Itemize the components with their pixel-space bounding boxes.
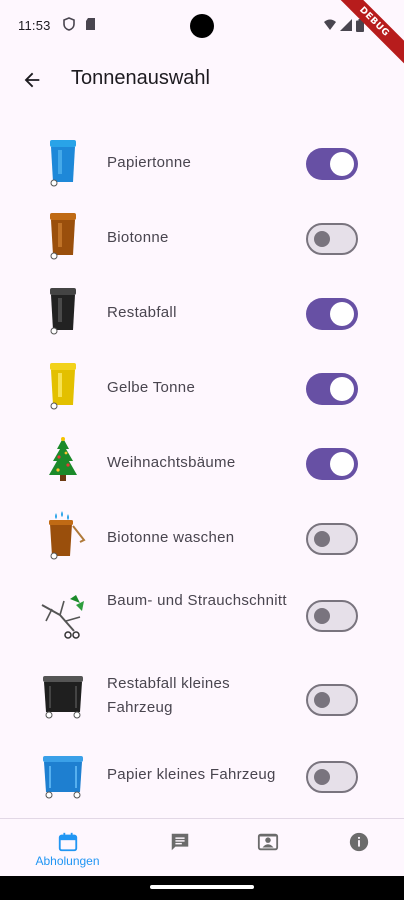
list-item: Gelbe Tonne	[0, 350, 404, 425]
nav-item-contact[interactable]	[217, 819, 318, 877]
system-icons	[324, 18, 364, 32]
toggle-knob	[330, 152, 354, 176]
nav-item-messages[interactable]	[129, 819, 230, 877]
wifi-icon	[324, 19, 336, 30]
bin-label: Restabfall kleines Fahrzeug	[107, 675, 230, 716]
restabfall-toggle[interactable]	[306, 298, 358, 330]
list-item: Papiertonne	[0, 125, 404, 200]
calendar-icon	[58, 832, 78, 852]
bin-label: Papier kleines Fahrzeug	[107, 766, 276, 783]
blue-container-icon	[43, 756, 83, 799]
list-item: Restabfall	[0, 275, 404, 350]
biotonne-waschen-toggle[interactable]	[306, 523, 358, 555]
home-gesture-pill[interactable]	[150, 885, 254, 889]
signal-icon	[340, 19, 352, 31]
restabfall-kleines-fahrzeug-toggle[interactable]	[306, 684, 358, 716]
black-bin-icon	[50, 288, 76, 335]
arrow-back-icon	[24, 72, 40, 88]
nav-label: Abholungen	[35, 854, 100, 868]
page-title: Tonnenauswahl	[71, 67, 210, 89]
list-item: Restabfall kleines Fahrzeug	[0, 658, 404, 733]
biotonne-toggle[interactable]	[306, 223, 358, 255]
status-time: 11:53	[18, 18, 51, 33]
blue-bin-icon	[50, 140, 76, 187]
bottom-navigation: Abholungen	[0, 818, 404, 876]
toggle-knob	[330, 377, 354, 401]
bin-washing-icon	[49, 511, 86, 560]
toggle-knob	[314, 531, 330, 547]
bin-label: Gelbe Tonne	[107, 379, 196, 396]
branch-cutting-icon	[41, 595, 84, 639]
status-bar: 11:53	[0, 0, 404, 52]
bin-label: Papiertonne	[107, 154, 192, 171]
list-item: Papier kleines Fahrzeug	[0, 740, 404, 815]
weihnachtsbaeume-toggle[interactable]	[306, 448, 358, 480]
yellow-bin-icon	[50, 363, 76, 410]
bin-label: Restabfall	[107, 304, 177, 321]
brown-bin-icon	[50, 213, 76, 260]
baum-strauchschnitt-toggle[interactable]	[306, 600, 358, 632]
toggle-knob	[314, 692, 330, 708]
sd-card-icon	[86, 18, 95, 30]
papiertonne-toggle[interactable]	[306, 148, 358, 180]
back-button[interactable]	[12, 60, 52, 100]
gelbe-tonne-toggle[interactable]	[306, 373, 358, 405]
app-bar: Tonnenauswahl	[0, 52, 404, 108]
bin-label: Baum- und Strauchschnitt	[107, 592, 287, 609]
toggle-knob	[314, 231, 330, 247]
toggle-knob	[314, 769, 330, 785]
christmas-tree-icon	[49, 437, 77, 481]
list-item: Biotonne waschen	[0, 500, 404, 575]
message-icon	[171, 833, 189, 851]
nav-item-info[interactable]	[308, 819, 404, 877]
toggle-knob	[330, 452, 354, 476]
black-container-icon	[43, 676, 83, 719]
toggle-knob	[314, 608, 330, 624]
contact-card-icon	[257, 833, 279, 851]
bin-label: Weihnachtsbäume	[107, 454, 236, 471]
vpn-shield-icon	[63, 17, 75, 31]
info-icon	[349, 832, 369, 852]
list-item: Weihnachtsbäume	[0, 425, 404, 500]
nav-item-abholungen[interactable]: Abholungen	[17, 819, 118, 877]
toggle-knob	[330, 302, 354, 326]
list-item: Biotonne	[0, 200, 404, 275]
bin-label: Biotonne waschen	[107, 529, 235, 546]
papier-kleines-fahrzeug-toggle[interactable]	[306, 761, 358, 793]
gesture-bar-area	[0, 876, 404, 900]
camera-cutout	[190, 14, 214, 38]
list-item: Baum- und Strauchschnitt	[0, 575, 404, 650]
bin-label: Biotonne	[107, 229, 169, 246]
